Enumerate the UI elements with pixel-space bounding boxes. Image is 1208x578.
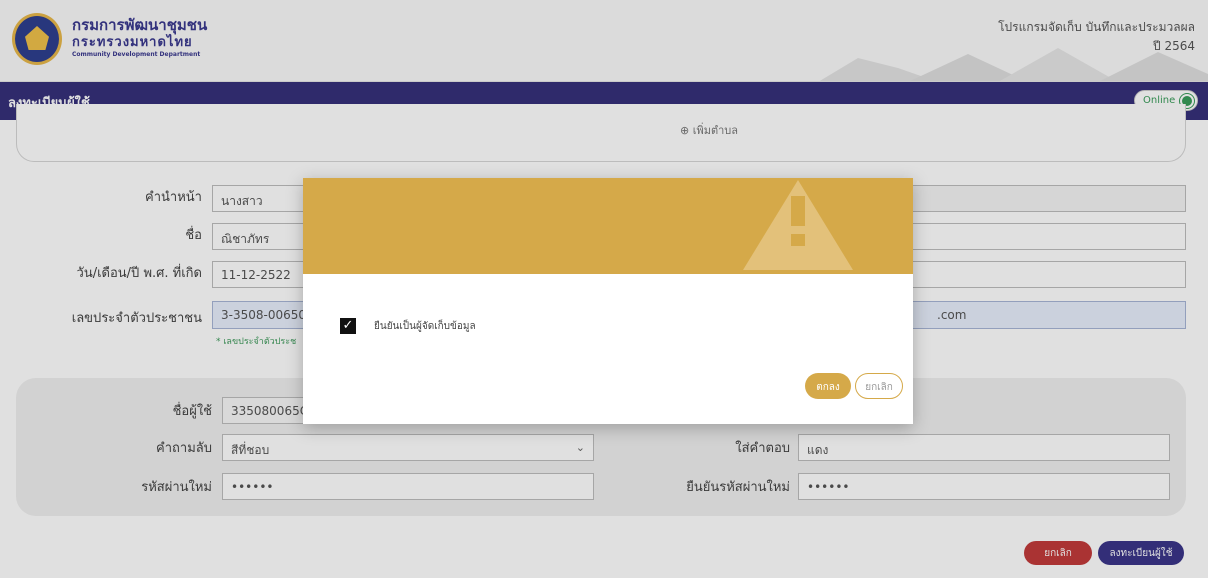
dialog-cancel-button[interactable]: ยกเลิก	[855, 373, 903, 399]
confirm-dialog: ✓ ยืนยันเป็นผู้จัดเก็บข้อมูล ตกลง ยกเลิก	[303, 178, 913, 424]
confirm-collector-label: ยืนยันเป็นผู้จัดเก็บข้อมูล	[374, 321, 476, 332]
dialog-header	[303, 178, 913, 274]
confirm-collector-checkbox[interactable]: ✓	[340, 318, 356, 334]
ok-button[interactable]: ตกลง	[805, 373, 851, 399]
